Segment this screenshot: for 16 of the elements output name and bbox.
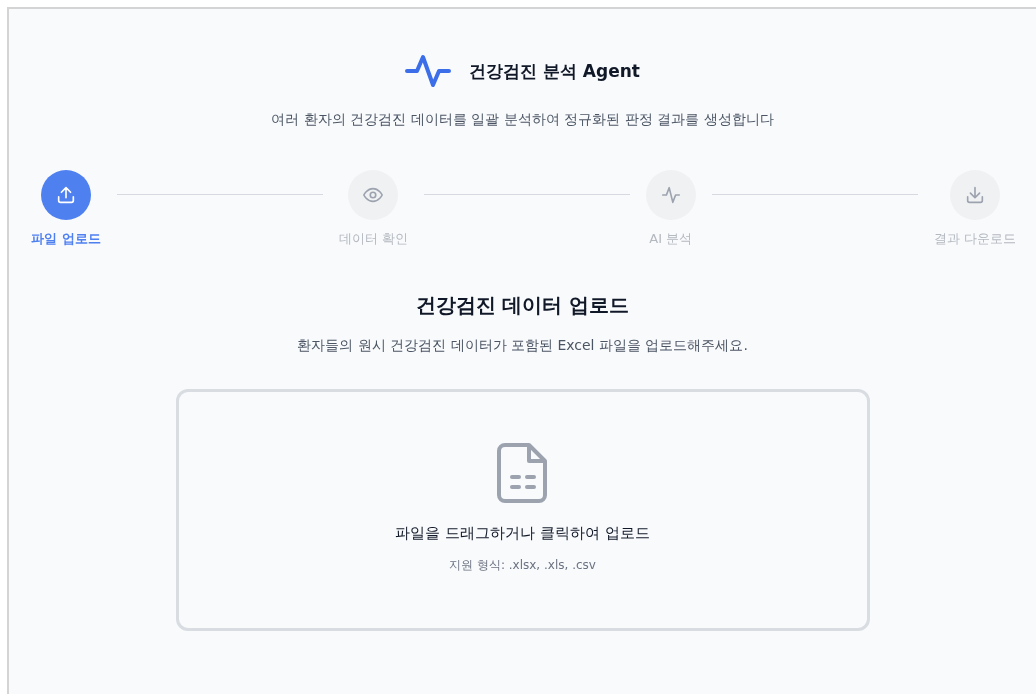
step-label: 결과 다운로드 <box>933 230 1016 248</box>
upload-prompt: 파일을 드래그하거나 클릭하여 업로드 <box>395 524 650 543</box>
app-title: 건강검진 분석 Agent <box>469 59 640 83</box>
section-description: 환자들의 원시 건강검진 데이터가 포함된 Excel 파일을 업로드해주세요. <box>297 337 748 355</box>
step-label: 파일 업로드 <box>31 230 101 248</box>
section-title: 건강검진 데이터 업로드 <box>415 292 630 319</box>
file-dropzone[interactable]: 파일을 드래그하거나 클릭하여 업로드 지원 형식: .xlsx, .xls, .csv <box>175 389 870 631</box>
supported-formats: 지원 형식: .xlsx, .xls, .csv <box>449 557 596 574</box>
step-label: 데이터 확인 <box>338 230 408 248</box>
step-upload-icon[interactable] <box>40 170 91 220</box>
step-label: AI 분석 <box>649 230 693 248</box>
step-download-icon[interactable] <box>949 170 1000 220</box>
step-view-icon[interactable] <box>348 170 399 220</box>
file-icon <box>496 442 549 504</box>
step-analyze-icon[interactable] <box>645 170 696 220</box>
app-subtitle: 여러 환자의 건강검진 데이터를 일괄 분석하여 정규화된 판정 결과를 생성합니다 <box>271 111 774 129</box>
